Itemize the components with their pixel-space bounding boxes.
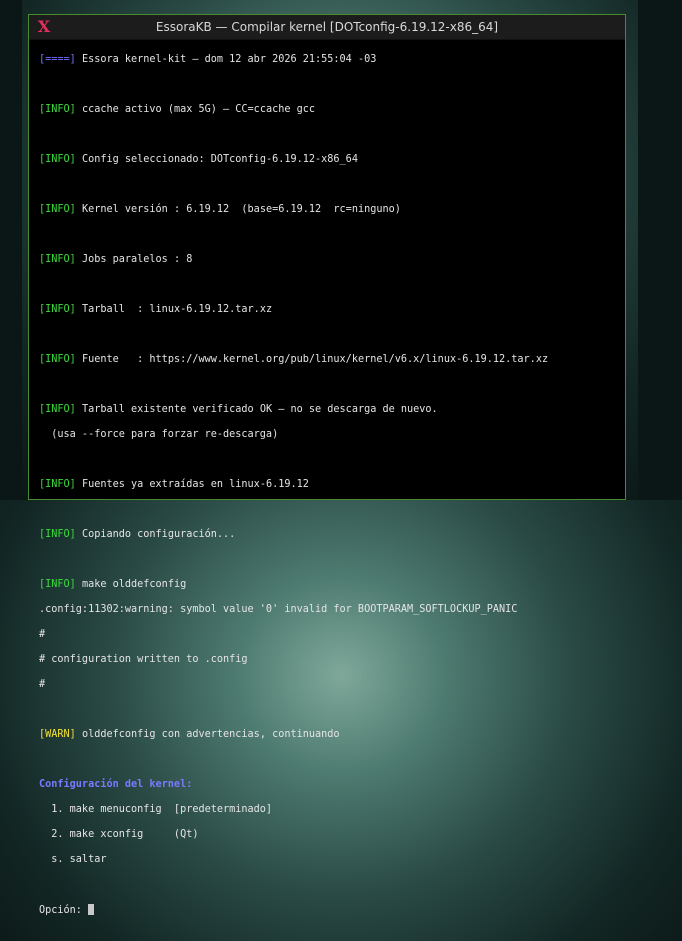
terminal-line: (usa --force para forzar re-descarga) <box>39 429 625 442</box>
header-tag: [====] <box>39 53 76 65</box>
info-tag: [INFO] <box>39 253 76 265</box>
terminal-line: [INFO] Fuente : https://www.kernel.org/p… <box>39 354 625 367</box>
info-tag: [INFO] <box>39 403 76 415</box>
option-skip: s. saltar <box>39 853 107 865</box>
terminal-line: [INFO] Tarball : linux-6.19.12.tar.xz <box>39 304 625 317</box>
terminal-line: # <box>39 679 625 692</box>
menu-option: 2. make xconfig (Qt) <box>39 829 625 842</box>
line-text: Config seleccionado: DOTconfig-6.19.12-x… <box>75 153 358 165</box>
terminal-line: [WARN] olddefconfig con advertencias, co… <box>39 729 625 742</box>
background-tree <box>0 0 22 500</box>
terminal-line: [INFO] Config seleccionado: DOTconfig-6.… <box>39 154 625 167</box>
line-text: .config:11302:warning: symbol value '0' … <box>39 603 518 615</box>
menu-option: s. saltar <box>39 854 625 867</box>
terminal-output[interactable]: [====] Essora kernel-kit – dom 12 abr 20… <box>29 40 625 941</box>
terminal-line: [INFO] make olddefconfig <box>39 579 625 592</box>
window-title: EssoraKB — Compilar kernel [DOTconfig-6.… <box>155 20 499 34</box>
option-menuconfig: 1. make menuconfig [predeterminado] <box>39 803 273 815</box>
info-tag: [INFO] <box>39 353 76 365</box>
terminal-line: .config:11302:warning: symbol value '0' … <box>39 604 625 617</box>
menu-option: 1. make menuconfig [predeterminado] <box>39 804 625 817</box>
terminal-line: Configuración del kernel: <box>39 779 625 792</box>
prompt-label: Opción: <box>39 904 89 916</box>
background-tree <box>638 0 682 500</box>
prompt-line[interactable]: Opción: <box>39 903 625 917</box>
info-tag: [INFO] <box>39 478 76 490</box>
line-text: ccache activo (max 5G) — CC=ccache gcc <box>75 103 316 115</box>
terminal-line: # <box>39 629 625 642</box>
line-text: Jobs paralelos : 8 <box>75 253 193 265</box>
header-text: Essora kernel-kit – dom 12 abr 2026 21:5… <box>75 53 377 65</box>
line-text: Tarball : linux-6.19.12.tar.xz <box>75 303 273 315</box>
line-text: # <box>39 628 46 640</box>
line-text: Tarball existente verificado OK — no se … <box>75 403 438 415</box>
terminal-line: [INFO] ccache activo (max 5G) — CC=ccach… <box>39 104 625 117</box>
terminal-line: [INFO] Tarball existente verificado OK —… <box>39 404 625 417</box>
terminal-line: [INFO] Copiando configuración... <box>39 529 625 542</box>
terminal-line: [====] Essora kernel-kit – dom 12 abr 20… <box>39 54 625 67</box>
terminal-line: [INFO] Kernel versión : 6.19.12 (base=6.… <box>39 204 625 217</box>
info-tag: [INFO] <box>39 153 76 165</box>
line-text: # configuration written to .config <box>39 653 248 665</box>
terminal-line: [INFO] Jobs paralelos : 8 <box>39 254 625 267</box>
info-tag: [INFO] <box>39 528 76 540</box>
info-tag: [INFO] <box>39 203 76 215</box>
info-tag: [INFO] <box>39 103 76 115</box>
terminal-line: [INFO] Fuentes ya extraídas en linux-6.1… <box>39 479 625 492</box>
app-x-icon: X <box>37 17 51 36</box>
line-text: make olddefconfig <box>75 578 187 590</box>
info-tag: [INFO] <box>39 578 76 590</box>
text-cursor[interactable] <box>88 903 95 915</box>
line-text: olddefconfig con advertencias, continuan… <box>75 728 340 740</box>
line-text: # <box>39 678 46 690</box>
line-text: Kernel versión : 6.19.12 (base=6.19.12 r… <box>75 203 401 215</box>
line-text: Fuente : https://www.kernel.org/pub/linu… <box>75 353 549 365</box>
terminal-line: # configuration written to .config <box>39 654 625 667</box>
title-bar[interactable]: X EssoraKB — Compilar kernel [DOTconfig-… <box>29 15 625 40</box>
line-text: Copiando configuración... <box>75 528 236 540</box>
terminal-window[interactable]: X EssoraKB — Compilar kernel [DOTconfig-… <box>28 14 626 916</box>
menu-title: Configuración del kernel: <box>39 778 193 790</box>
line-text: Fuentes ya extraídas en linux-6.19.12 <box>75 478 309 490</box>
option-xconfig: 2. make xconfig (Qt) <box>39 828 199 840</box>
info-tag: [INFO] <box>39 303 76 315</box>
line-text: (usa --force para forzar re-descarga) <box>39 428 279 440</box>
warn-tag: [WARN] <box>39 728 76 740</box>
